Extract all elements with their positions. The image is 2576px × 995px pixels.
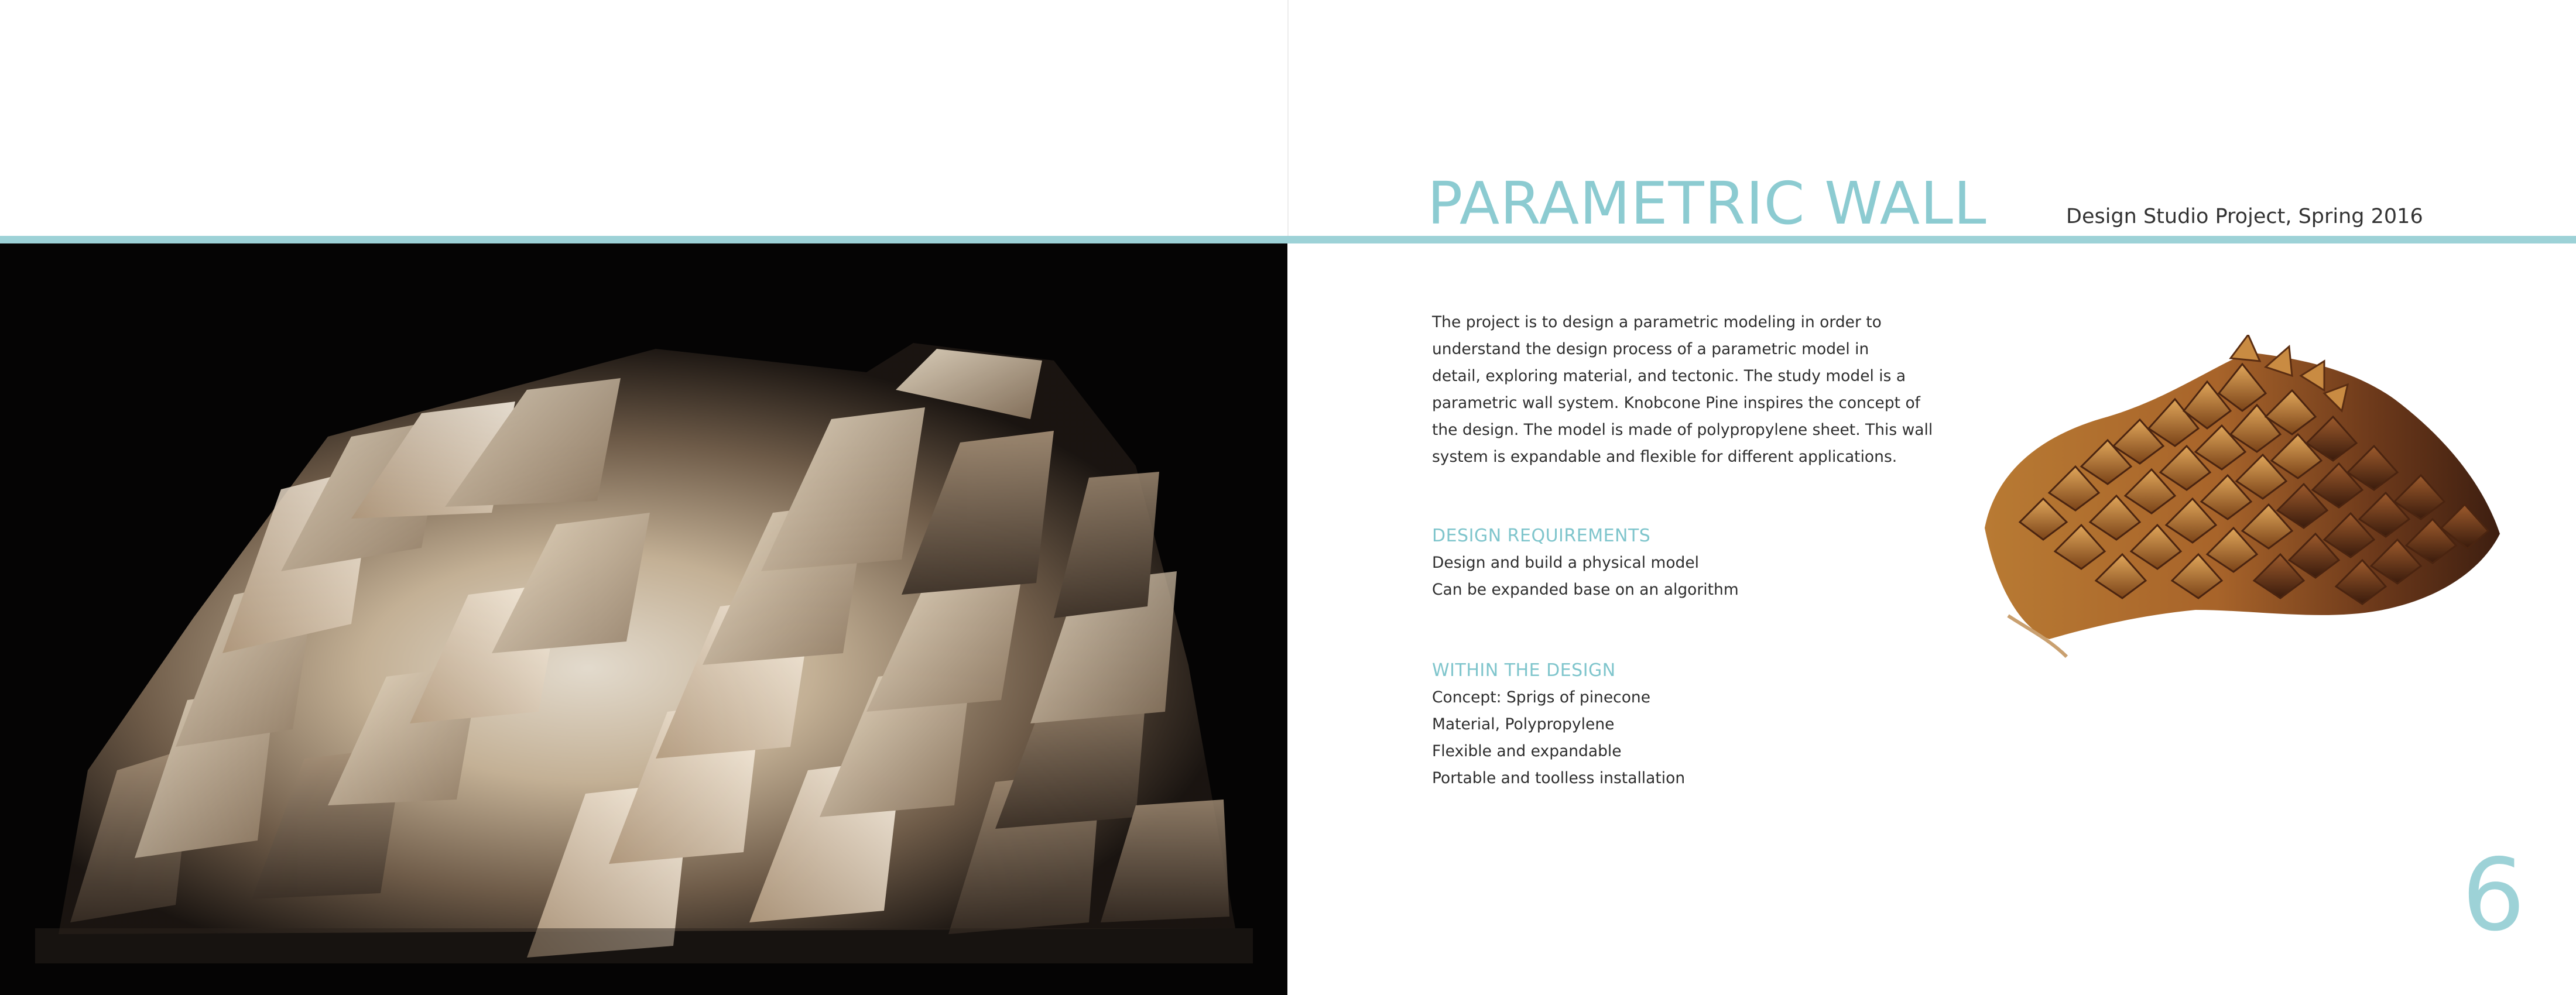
pinecone-illustration bbox=[1985, 333, 2500, 658]
page-number: 6 bbox=[2462, 838, 2526, 953]
design-item: Material, Polypropylene bbox=[1432, 715, 1615, 733]
design-item: Flexible and expandable bbox=[1432, 742, 1622, 760]
description-line: understand the design process of a param… bbox=[1432, 340, 1869, 358]
wall-model-illustration bbox=[0, 243, 1287, 995]
design-requirements-heading: DESIGN REQUIREMENTS bbox=[1432, 526, 1651, 546]
page-title: PARAMETRIC WALL bbox=[1427, 169, 1987, 238]
description-line: parametric wall system. Knobcone Pine in… bbox=[1432, 394, 1920, 412]
parametric-wall-photo bbox=[0, 243, 1287, 995]
pinecone-image bbox=[1973, 333, 2506, 663]
page-spine bbox=[1287, 0, 1289, 240]
description-line: system is expandable and flexible for di… bbox=[1432, 448, 1897, 466]
requirement-item: Can be expanded base on an algorithm bbox=[1432, 581, 1739, 599]
within-the-design-section: WITHIN THE DESIGN Concept: Sprigs of pin… bbox=[1432, 657, 1685, 792]
design-item: Portable and toolless installation bbox=[1432, 769, 1686, 787]
description-line: the design. The model is made of polypro… bbox=[1432, 421, 1933, 439]
design-requirements-section: DESIGN REQUIREMENTS Design and build a p… bbox=[1432, 523, 1739, 603]
design-item: Concept: Sprigs of pinecone bbox=[1432, 688, 1651, 706]
within-the-design-heading: WITHIN THE DESIGN bbox=[1432, 660, 1616, 681]
page-spread: PARAMETRIC WALL Design Studio Project, S… bbox=[0, 0, 2576, 995]
description-line: The project is to design a parametric mo… bbox=[1432, 313, 1882, 331]
project-description: The project is to design a parametric mo… bbox=[1432, 309, 1933, 471]
requirement-item: Design and build a physical model bbox=[1432, 554, 1700, 572]
header-rule bbox=[0, 236, 2576, 243]
description-line: detail, exploring material, and tectonic… bbox=[1432, 367, 1906, 385]
project-subtitle: Design Studio Project, Spring 2016 bbox=[2066, 205, 2423, 228]
